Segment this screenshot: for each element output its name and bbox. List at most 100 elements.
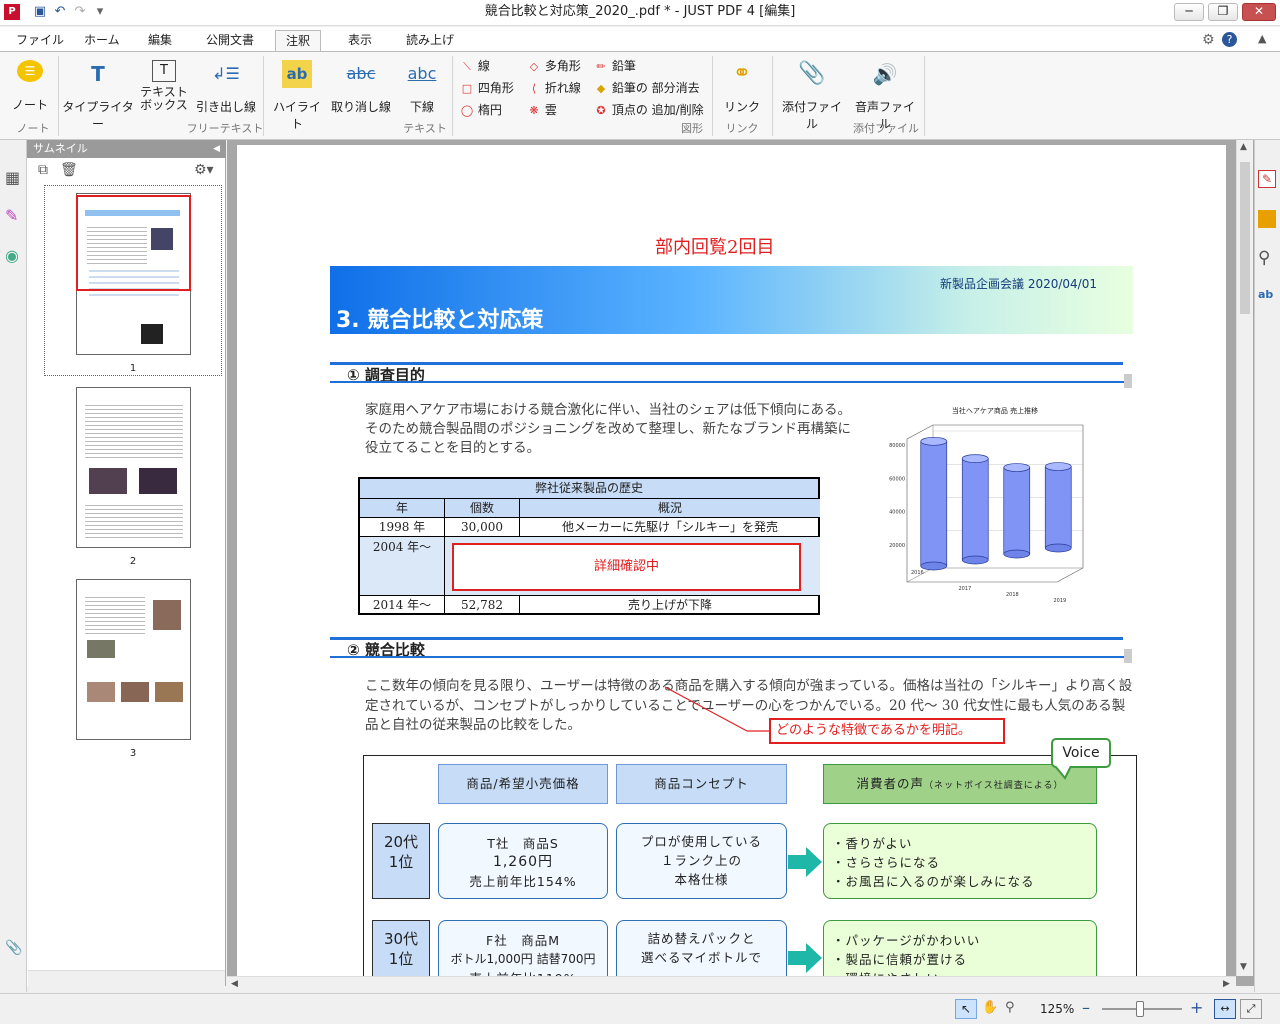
callout-note[interactable]: どのような特徴であるかを明記。	[769, 718, 1005, 744]
scroll-down-icon[interactable]: ▼	[1240, 962, 1247, 972]
zoom-in-button[interactable]: +	[1190, 998, 1203, 1017]
bar	[1044, 466, 1072, 549]
speaker-icon: 🔊	[872, 62, 898, 86]
group-label-text: テキスト	[403, 122, 447, 135]
scroll-left-icon[interactable]: ◀	[231, 979, 238, 989]
zoom-slider-thumb[interactable]	[1136, 1001, 1144, 1017]
tab-read-aloud[interactable]: 読み上げ	[396, 30, 464, 52]
tab-edit[interactable]: 編集	[138, 30, 182, 52]
strikethrough-button[interactable]: abc 取り消し線	[330, 60, 392, 115]
thumbnail-hscrollbar[interactable]	[28, 970, 225, 986]
group-label-shape: 図形	[681, 122, 703, 135]
pencil-erase-button[interactable]: ◆ 鉛筆の 部分消去	[594, 79, 700, 97]
insert-page-icon[interactable]: ⧉	[38, 162, 48, 178]
highlight-button[interactable]: ab ハイライト	[268, 60, 326, 132]
close-button[interactable]: ✕	[1242, 3, 1276, 21]
horizontal-scrollbar[interactable]: ◀ ▶	[227, 976, 1236, 993]
vertical-scrollbar[interactable]: ▲ ▼	[1236, 140, 1253, 976]
highlight-icon: ab	[282, 60, 312, 88]
pencil-button[interactable]: ✏ 鉛筆	[594, 57, 635, 75]
help-icon[interactable]: ?	[1222, 32, 1237, 47]
line-icon: ⟍	[463, 60, 471, 73]
typewriter-button[interactable]: T タイプライター	[62, 60, 134, 132]
fit-page-icon[interactable]: ⤢	[1240, 999, 1262, 1019]
tab-home[interactable]: ホーム	[74, 30, 130, 52]
thumbnail-page-3[interactable]	[76, 579, 191, 740]
undo-icon[interactable]: ↶	[52, 4, 68, 20]
fit-width-icon[interactable]: ↔	[1214, 999, 1236, 1019]
callout-label: 引き出し線	[195, 100, 256, 114]
thumbnail-page-1[interactable]	[76, 193, 191, 355]
attachment-panel-icon[interactable]: 📎	[5, 940, 22, 956]
voice-speech-bubble[interactable]: Voice	[1051, 738, 1111, 768]
bookmark-icon[interactable]: ✎	[5, 206, 18, 225]
zoom-level[interactable]: 125%	[1040, 1002, 1074, 1016]
collapse-ribbon-icon[interactable]: ▲	[1258, 32, 1266, 45]
pencil-icon: ✏	[596, 60, 606, 73]
section-rule	[330, 637, 1123, 640]
redo-icon[interactable]: ↷	[72, 4, 88, 20]
attach-file-button[interactable]: 📎 添付ファイル	[778, 60, 846, 132]
title-banner: 新製品企画会議 2020/04/01 3. 競合比較と対応策	[330, 266, 1133, 334]
tab-view[interactable]: 表示	[338, 30, 382, 52]
section-rule	[330, 656, 1125, 658]
polyline-button[interactable]: ⟨ 折れ線	[527, 79, 581, 97]
tab-annotation[interactable]: 注釈	[275, 30, 322, 52]
minimize-button[interactable]: ─	[1174, 3, 1204, 21]
search-icon[interactable]: ⚲	[1258, 248, 1270, 268]
y-tick-label: 20000	[889, 543, 905, 549]
bar	[961, 458, 989, 561]
zoom-tool-icon[interactable]: ⚲	[1005, 1000, 1015, 1015]
scroll-up-icon[interactable]: ▲	[1240, 142, 1247, 152]
main-title: 3. 競合比較と対応策	[336, 308, 544, 333]
zoom-out-button[interactable]: –	[1082, 998, 1090, 1017]
tab-public-doc[interactable]: 公開文書	[196, 30, 264, 52]
note-button[interactable]: ☰ ノート	[8, 60, 52, 113]
circulation-stamp[interactable]: 部内回覧2回目	[655, 233, 774, 259]
rectangle-icon: □	[461, 82, 473, 95]
text-annotation-icon[interactable]: ab	[1258, 288, 1273, 301]
callout-button[interactable]: ↲☰ 引き出し線	[194, 60, 258, 115]
gear-icon[interactable]: ⚙	[1202, 32, 1215, 48]
annotation-list-icon[interactable]: ◉	[5, 246, 19, 265]
window-title: 競合比較と対応策_2020_.pdf * - JUST PDF 4 [編集]	[484, 4, 796, 19]
maximize-button[interactable]: ❐	[1208, 3, 1238, 21]
rectangle-button[interactable]: □ 四角形	[460, 79, 514, 97]
textbox-button[interactable]: T テキスト ボックス	[138, 60, 190, 112]
save-icon[interactable]: ▣	[32, 4, 48, 20]
bar	[920, 440, 948, 567]
underline-button[interactable]: abc 下線	[398, 60, 446, 115]
vertex-edit-button[interactable]: ✪ 頂点の 追加/削除	[594, 101, 703, 119]
textbox-icon: T	[152, 60, 176, 82]
concept-text: １ランク上の	[660, 853, 742, 868]
divider	[58, 56, 59, 136]
thumbnail-settings-icon[interactable]: ⚙▾	[194, 162, 214, 178]
section-rule	[330, 381, 1125, 383]
collapse-panel-icon[interactable]: ◀	[213, 140, 220, 158]
edit-annotation-icon[interactable]: ✎	[1258, 170, 1276, 188]
link-button[interactable]: ⚭ リンク	[718, 60, 766, 115]
product-price: 1,260円	[492, 854, 554, 870]
scroll-right-icon[interactable]: ▶	[1223, 979, 1230, 989]
cloud-button[interactable]: ❋ 雲	[527, 101, 556, 119]
x-tick-label: 2017	[959, 586, 972, 592]
hand-tool-icon[interactable]: ✋	[982, 1000, 998, 1015]
ellipse-button[interactable]: ◯ 楕円	[460, 101, 502, 119]
scroll-thumb[interactable]	[1240, 162, 1250, 314]
quick-access-dropdown-icon[interactable]: ▾	[92, 4, 108, 20]
detail-check-annotation[interactable]: 詳細確認中	[452, 543, 801, 591]
table-cell: 2004 年～	[360, 537, 445, 595]
polygon-button[interactable]: ◇ 多角形	[527, 57, 581, 75]
app-icon[interactable]: P	[4, 4, 20, 20]
thumbnail-page-2[interactable]	[76, 387, 191, 548]
sales-mini-chart: 当社ヘアケア商品 売上推移 80000 60000 40000 20000 2016 20…	[889, 406, 1084, 604]
thumbnail-view-icon[interactable]: ▦	[5, 168, 20, 187]
stamp-icon[interactable]	[1258, 210, 1276, 228]
select-tool-icon[interactable]: ↖	[955, 999, 977, 1019]
divider	[263, 56, 264, 136]
line-button[interactable]: ⟍ 線	[460, 57, 490, 75]
typewriter-icon: T	[91, 62, 105, 86]
tab-file[interactable]: ファイル	[6, 30, 74, 52]
callout-icon: ↲☰	[212, 64, 240, 83]
delete-page-icon[interactable]: 🗑	[60, 162, 78, 178]
